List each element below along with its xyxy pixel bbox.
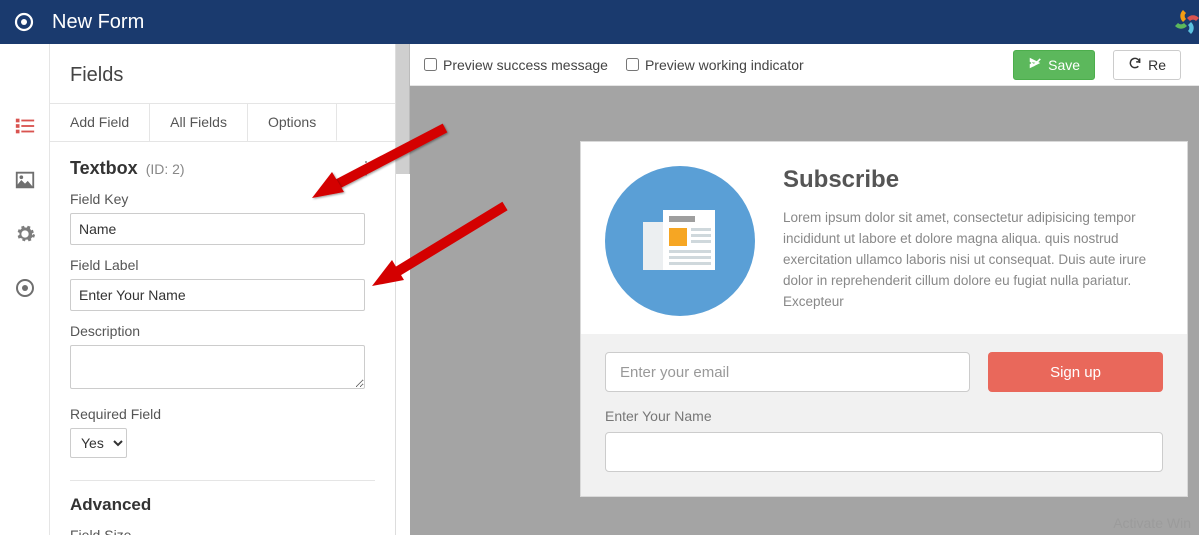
divider (70, 480, 375, 481)
name-input[interactable] (605, 432, 1163, 472)
right-area: Preview success message Preview working … (396, 44, 1199, 535)
page-title: New Form (52, 11, 144, 34)
name-field-label: Enter Your Name (605, 408, 1163, 424)
refresh-icon (1128, 56, 1142, 73)
windows-watermark: Activate Win (1113, 515, 1191, 531)
field-key-input[interactable] (70, 213, 365, 245)
field-size-label: Field Size (70, 527, 375, 535)
signup-button[interactable]: Sign up (988, 352, 1163, 392)
form-preview: Subscribe Lorem ipsum dolor sit amet, co… (580, 141, 1188, 497)
preview-working-toggle[interactable]: Preview working indicator (626, 57, 804, 73)
save-button-label: Save (1048, 57, 1080, 73)
panel-scrollbar[interactable] (396, 44, 410, 174)
preview-header: Subscribe Lorem ipsum dolor sit amet, co… (581, 142, 1187, 334)
preview-success-toggle[interactable]: Preview success message (424, 57, 608, 73)
preview-form: Sign up Enter Your Name (581, 334, 1187, 496)
field-label-label: Field Label (70, 257, 375, 273)
required-select[interactable]: Yes (70, 428, 127, 458)
field-id: (ID: 2) (146, 161, 185, 177)
rail-target-icon[interactable] (13, 276, 37, 300)
save-icon (1028, 56, 1042, 73)
preview-success-label: Preview success message (443, 57, 608, 73)
field-key-label: Field Key (70, 191, 375, 207)
subscribe-body: Lorem ipsum dolor sit amet, consectetur … (783, 208, 1163, 313)
save-button[interactable]: Save (1013, 50, 1095, 80)
description-textarea[interactable] (70, 345, 365, 389)
panel-heading: Fields (50, 44, 395, 103)
tab-all-fields[interactable]: All Fields (150, 104, 248, 141)
advanced-heading: Advanced (70, 495, 375, 515)
rail-gear-icon[interactable] (13, 222, 37, 246)
field-label-input[interactable] (70, 279, 365, 311)
rail-fields-icon[interactable] (13, 114, 37, 138)
preview-toolbar: Preview success message Preview working … (396, 44, 1199, 86)
subscribe-copy: Subscribe Lorem ipsum dolor sit amet, co… (783, 166, 1163, 316)
options-body: Textbox (ID: 2) ⋮ Field Key Field Label … (50, 142, 395, 535)
tab-add-field[interactable]: Add Field (50, 104, 150, 141)
kebab-icon[interactable]: ⋮ (357, 161, 375, 175)
newsletter-icon (605, 166, 755, 316)
panel-tabs: Add Field All Fields Options (50, 103, 395, 142)
email-input[interactable] (605, 352, 970, 392)
fields-panel: Fields Add Field All Fields Options Text… (50, 44, 396, 535)
reset-button-label: Re (1148, 57, 1166, 73)
icon-rail (0, 44, 50, 535)
tab-options[interactable]: Options (248, 104, 337, 141)
target-icon (14, 12, 34, 32)
joomla-logo-icon (1165, 0, 1199, 44)
rail-image-icon[interactable] (13, 168, 37, 192)
preview-canvas: Subscribe Lorem ipsum dolor sit amet, co… (410, 86, 1199, 535)
field-type: Textbox (70, 158, 138, 179)
preview-working-checkbox[interactable] (626, 58, 639, 71)
preview-success-checkbox[interactable] (424, 58, 437, 71)
description-label: Description (70, 323, 375, 339)
subscribe-heading: Subscribe (783, 166, 1163, 194)
required-label: Required Field (70, 406, 375, 422)
reset-button[interactable]: Re (1113, 50, 1181, 80)
preview-working-label: Preview working indicator (645, 57, 804, 73)
app-header: New Form (0, 0, 1199, 44)
